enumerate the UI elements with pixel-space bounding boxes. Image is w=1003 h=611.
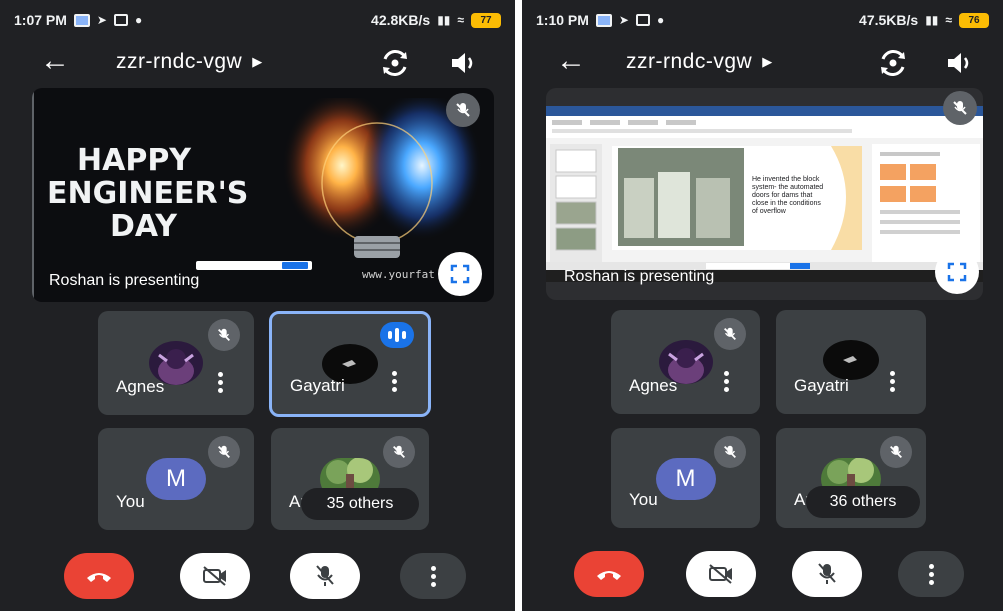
camera-switch-icon[interactable] bbox=[378, 46, 412, 80]
caret-right-icon: ▶ bbox=[252, 54, 263, 69]
camera-switch-icon[interactable] bbox=[876, 46, 910, 80]
status-bar: 1:07 PM ➤ ● 42.8KB/s ▮▮ ≈ 77 bbox=[0, 0, 515, 40]
mic-off-icon bbox=[880, 436, 912, 468]
participant-name: Gayatri bbox=[290, 376, 345, 395]
video-off-icon bbox=[203, 566, 226, 586]
slide-url: www.yourfat bbox=[362, 268, 435, 281]
speaker-icon[interactable] bbox=[446, 46, 480, 80]
presentation-tile[interactable]: HAPPY ENGINEER'S DAY www.yourfat Roshan … bbox=[32, 88, 494, 302]
slide-bulb-artwork: HAPPY ENGINEER'S DAY www.yourfat bbox=[32, 88, 482, 302]
more-vert-icon[interactable] bbox=[722, 371, 730, 392]
more-vert-icon bbox=[927, 563, 935, 585]
participant-tile-you[interactable]: M You bbox=[98, 428, 254, 530]
camera-toggle-button[interactable] bbox=[686, 551, 756, 597]
telegram-notification-icon: ➤ bbox=[96, 13, 107, 27]
more-vert-icon[interactable] bbox=[390, 371, 398, 392]
audio-level-icon bbox=[380, 322, 414, 348]
others-count-chip[interactable]: 35 others bbox=[301, 488, 419, 520]
more-vert-icon bbox=[429, 565, 437, 587]
meeting-code: zzr-rndc-vgw bbox=[116, 50, 243, 73]
participant-name: Gayatri bbox=[794, 376, 849, 395]
participant-name: Agnes bbox=[116, 377, 165, 396]
mic-off-icon bbox=[316, 565, 334, 586]
phone-hangup-icon bbox=[87, 573, 111, 582]
fullscreen-icon[interactable] bbox=[935, 250, 979, 294]
telegram-notification-icon: ➤ bbox=[618, 13, 629, 27]
end-call-button[interactable] bbox=[64, 553, 134, 599]
camera-toggle-button[interactable] bbox=[180, 553, 250, 599]
speaker-icon[interactable] bbox=[942, 46, 976, 80]
participant-tile-agnes[interactable]: Agnes bbox=[98, 311, 254, 415]
phone-hangup-icon bbox=[597, 571, 621, 580]
battery-icon: 76 bbox=[959, 12, 989, 28]
participant-name: You bbox=[629, 490, 658, 509]
more-options-button[interactable] bbox=[400, 553, 466, 599]
call-top-bar: ← zzr-rndc-vgw ▶ bbox=[522, 40, 1003, 84]
presentation-tile[interactable]: He invented the block system- the automa… bbox=[546, 88, 983, 300]
mic-off-icon bbox=[714, 436, 746, 468]
mic-off-icon bbox=[818, 563, 836, 584]
participant-tile-others[interactable]: An 36 others bbox=[776, 428, 926, 528]
meeting-code: zzr-rndc-vgw bbox=[626, 50, 753, 73]
network-speed: 47.5KB/s bbox=[859, 12, 919, 28]
more-vert-icon[interactable] bbox=[216, 372, 224, 393]
participant-tile-gayatri[interactable]: Gayatri bbox=[269, 311, 431, 417]
slide-title-line-2: ENGINEER'S bbox=[47, 176, 248, 211]
chat-notification-icon: ● bbox=[656, 13, 665, 27]
gallery-notification-icon bbox=[73, 13, 90, 27]
signal-icon: ▮▮ bbox=[925, 13, 939, 27]
cast-notification-icon bbox=[113, 14, 128, 26]
status-bar: 1:10 PM ➤ ● 47.5KB/s ▮▮ ≈ 76 bbox=[522, 0, 1003, 40]
presenter-mic-off-icon bbox=[446, 93, 480, 127]
mic-off-icon bbox=[208, 436, 240, 468]
slide-body-text: He invented the block system- the automa… bbox=[752, 176, 824, 215]
participant-tile-others[interactable]: An 35 others bbox=[271, 428, 429, 530]
back-arrow-icon[interactable]: ← bbox=[556, 46, 592, 78]
participant-name: Agnes bbox=[629, 376, 678, 395]
mic-off-icon bbox=[208, 319, 240, 351]
signal-icon: ▮▮ bbox=[437, 13, 451, 27]
fullscreen-icon[interactable] bbox=[438, 252, 482, 296]
mic-toggle-button[interactable] bbox=[290, 553, 360, 599]
participant-tile-you[interactable]: M You bbox=[611, 428, 760, 528]
slide-title-line-3: DAY bbox=[110, 209, 178, 244]
presenting-label: Roshan is presenting bbox=[564, 268, 715, 285]
presenter-mic-off-icon bbox=[943, 91, 977, 125]
participant-tile-gayatri[interactable]: Gayatri bbox=[776, 310, 926, 414]
end-call-button[interactable] bbox=[574, 551, 644, 597]
video-off-icon bbox=[709, 564, 732, 584]
slide-title-line-1: HAPPY bbox=[77, 143, 192, 178]
presenting-label: Roshan is presenting bbox=[49, 272, 200, 289]
meeting-code-button[interactable]: zzr-rndc-vgw ▶ bbox=[626, 50, 773, 74]
mic-toggle-button[interactable] bbox=[792, 551, 862, 597]
call-top-bar: ← zzr-rndc-vgw ▶ bbox=[0, 40, 515, 84]
avatar: M bbox=[655, 458, 716, 500]
mic-off-icon bbox=[714, 318, 746, 350]
cast-notification-icon bbox=[635, 14, 650, 26]
mic-off-icon bbox=[383, 436, 415, 468]
avatar bbox=[823, 340, 879, 380]
others-count-chip[interactable]: 36 others bbox=[806, 486, 920, 518]
battery-icon: 77 bbox=[471, 12, 501, 28]
meeting-code-button[interactable]: zzr-rndc-vgw ▶ bbox=[116, 50, 263, 74]
network-speed: 42.8KB/s bbox=[371, 12, 431, 28]
caret-right-icon: ▶ bbox=[762, 54, 773, 69]
chat-notification-icon: ● bbox=[134, 13, 143, 27]
wifi-icon: ≈ bbox=[457, 13, 464, 27]
more-vert-icon[interactable] bbox=[888, 371, 896, 392]
wifi-icon: ≈ bbox=[945, 13, 952, 27]
status-time: 1:10 PM bbox=[536, 12, 589, 28]
back-arrow-icon[interactable]: ← bbox=[40, 46, 76, 78]
participant-tile-agnes[interactable]: Agnes bbox=[611, 310, 760, 414]
gallery-notification-icon bbox=[595, 13, 612, 27]
meet-screen-left: 1:07 PM ➤ ● 42.8KB/s ▮▮ ≈ 77 ← zzr-rndc-… bbox=[0, 0, 515, 611]
avatar: M bbox=[146, 458, 206, 500]
more-options-button[interactable] bbox=[898, 551, 964, 597]
meet-screen-right: 1:10 PM ➤ ● 47.5KB/s ▮▮ ≈ 76 ← zzr-rndc-… bbox=[522, 0, 1003, 611]
status-time: 1:07 PM bbox=[14, 12, 67, 28]
participant-name: You bbox=[116, 492, 145, 511]
